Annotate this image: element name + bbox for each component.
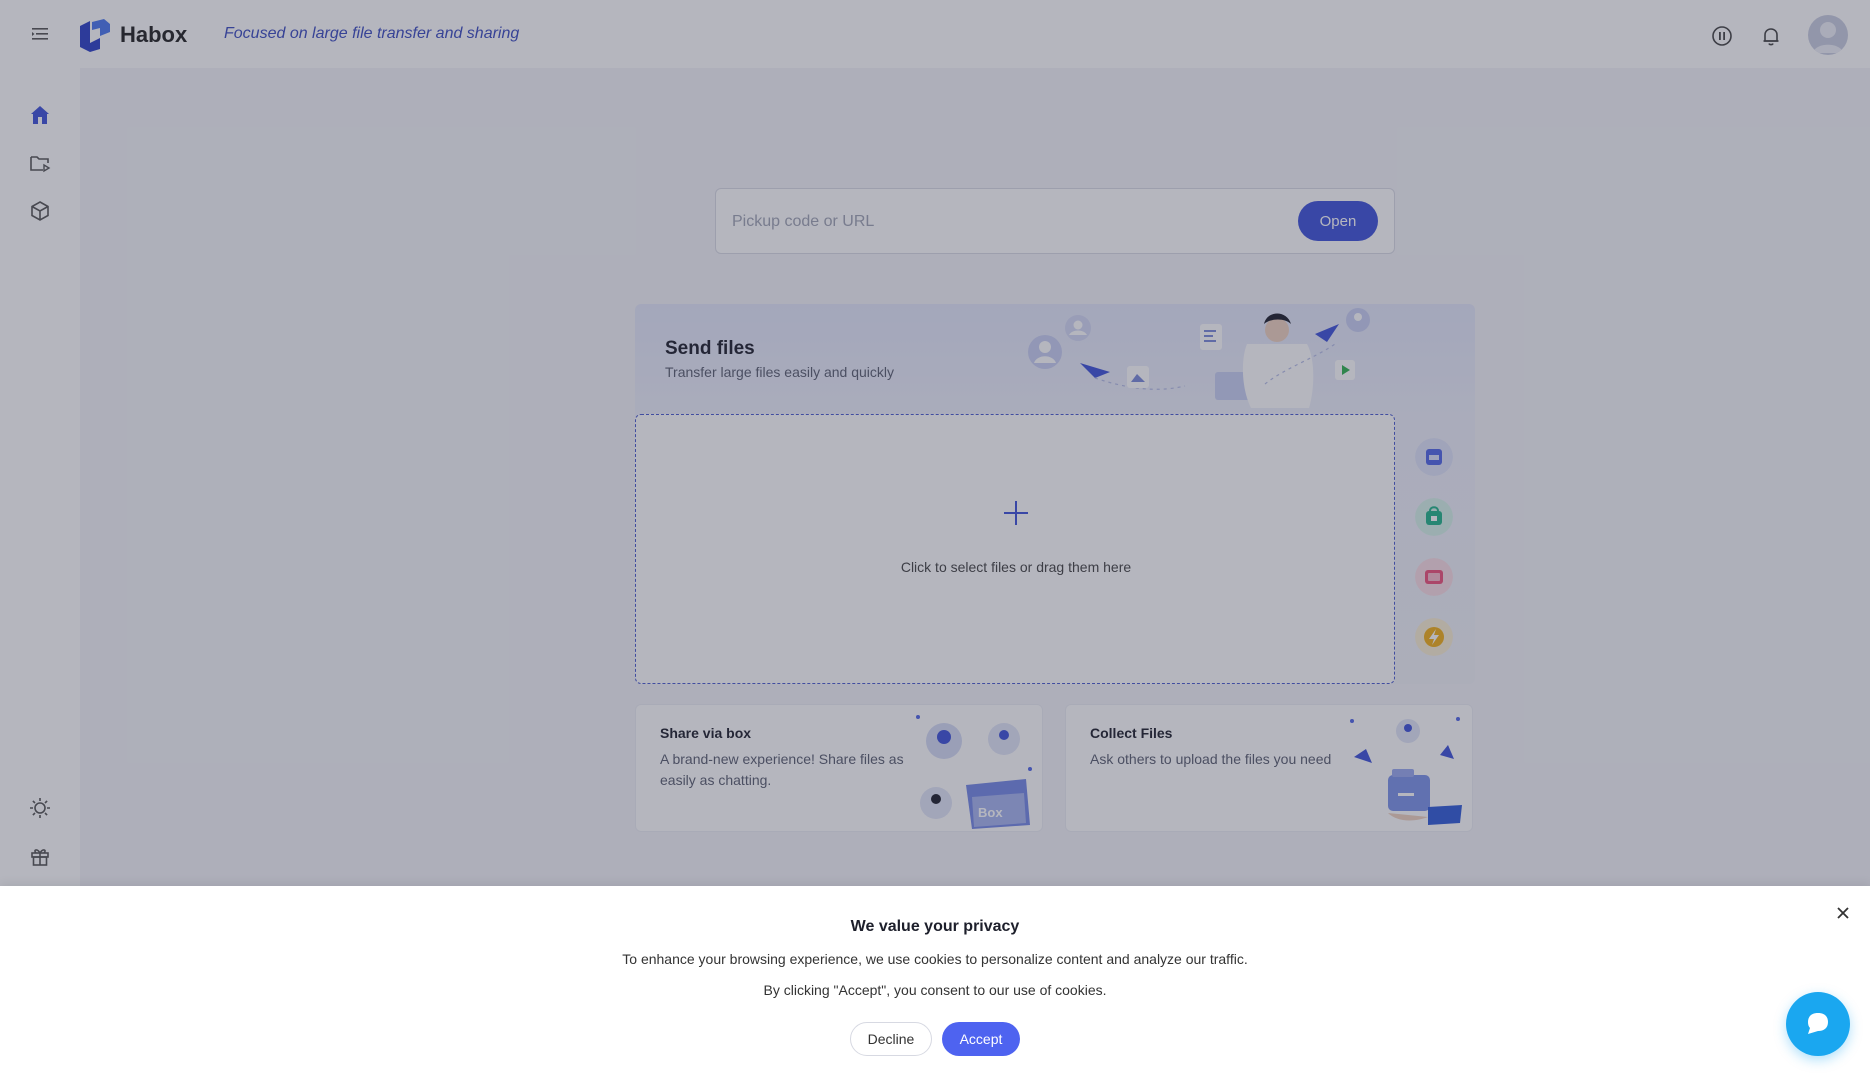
chat-button[interactable]: [1786, 992, 1850, 1056]
decline-button[interactable]: Decline: [850, 1022, 932, 1056]
cookie-consent-note: By clicking "Accept", you consent to our…: [763, 982, 1107, 998]
accept-button[interactable]: Accept: [942, 1022, 1020, 1056]
cookie-banner: We value your privacy To enhance your br…: [0, 886, 1870, 1076]
chat-bubble-icon: [1808, 1013, 1828, 1034]
cookie-message: To enhance your browsing experience, we …: [622, 951, 1248, 967]
close-icon[interactable]: [1834, 904, 1852, 922]
app: Habox Focused on large file transfer and…: [0, 0, 1870, 1076]
cookie-title: We value your privacy: [850, 918, 1020, 935]
modal-overlay: [0, 0, 1870, 886]
